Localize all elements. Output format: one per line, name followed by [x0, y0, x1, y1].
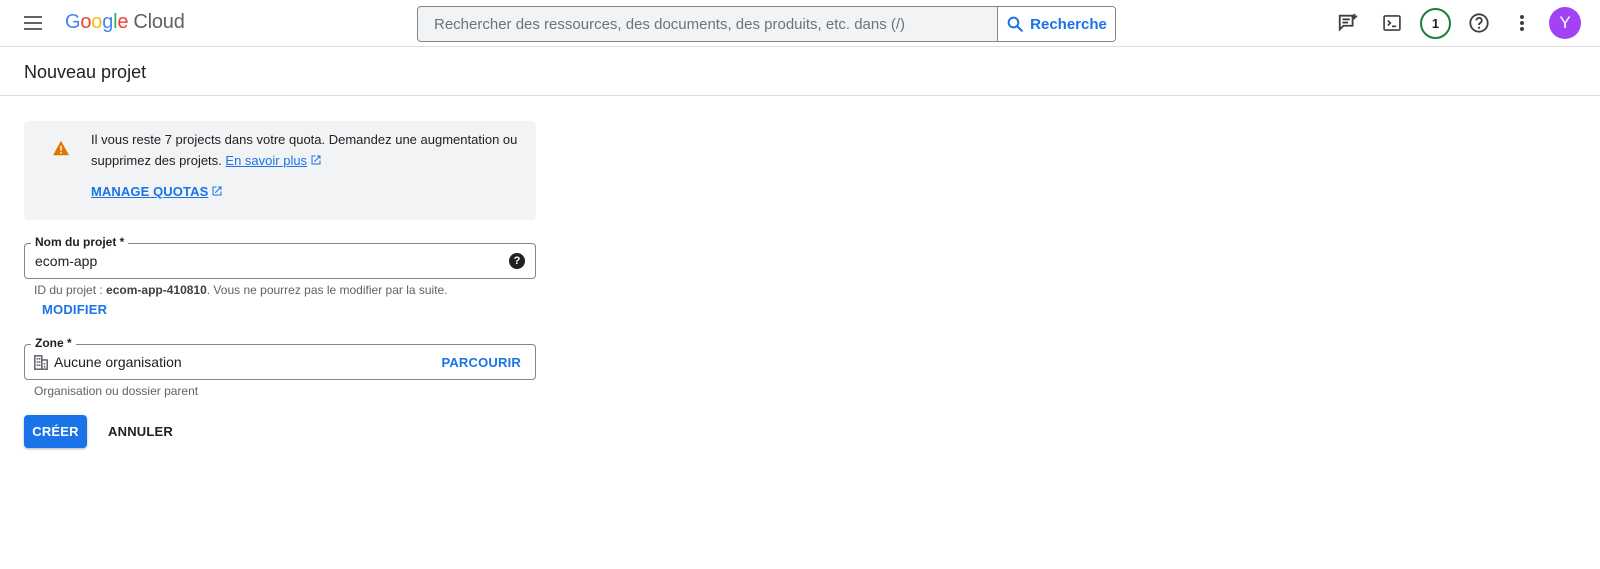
project-name-field[interactable]: Nom du projet * ecom-app ? — [24, 235, 536, 279]
manage-quotas-link[interactable]: MANAGE QUOTAS — [91, 184, 223, 199]
external-link-icon — [311, 155, 321, 164]
search-button[interactable]: Recherche — [997, 7, 1115, 41]
product-name: Cloud — [133, 11, 185, 33]
zone-hint: Organisation ou dossier parent — [34, 384, 199, 398]
zone-value: Aucune organisation — [54, 354, 182, 370]
zone-label: Zone * — [31, 336, 76, 350]
zone-field[interactable]: Zone * Aucune organisation PARCOURIR — [24, 336, 536, 380]
project-id-hint: ID du projet : ecom-app-410810. Vous ne … — [34, 283, 448, 297]
feedback-icon[interactable] — [1336, 11, 1360, 35]
page-header: Nouveau projet — [0, 47, 1600, 96]
create-button[interactable]: CRÉER — [24, 415, 87, 448]
menu-icon[interactable] — [20, 10, 46, 36]
cancel-button[interactable]: ANNULER — [102, 415, 179, 448]
external-link-icon — [212, 186, 222, 196]
organization-icon — [34, 355, 48, 370]
avatar[interactable]: Y — [1549, 7, 1581, 39]
help-circle-icon[interactable] — [1467, 11, 1491, 35]
help-icon[interactable]: ? — [509, 253, 525, 269]
notification-badge[interactable]: 1 — [1420, 8, 1451, 39]
top-app-bar: GoogleCloud Recherche 1 Y — [0, 0, 1600, 47]
search-input[interactable] — [418, 7, 997, 41]
quota-notice: Il vous reste 7 projects dans votre quot… — [24, 121, 536, 220]
browse-button[interactable]: PARCOURIR — [441, 355, 521, 370]
learn-more-link[interactable]: En savoir plus — [225, 153, 307, 168]
google-cloud-logo[interactable]: Google Cloud — [65, 11, 185, 34]
search-icon — [1007, 16, 1023, 32]
page-title: Nouveau projet — [24, 62, 147, 82]
warning-icon — [53, 140, 69, 156]
search-bar: Recherche — [417, 6, 1116, 42]
project-name-label: Nom du projet * — [31, 235, 129, 249]
more-vert-icon[interactable] — [1510, 11, 1534, 35]
quota-notice-text: Il vous reste 7 projects dans votre quot… — [91, 132, 518, 168]
search-button-label: Recherche — [1030, 15, 1107, 33]
project-name-value[interactable]: ecom-app — [35, 253, 97, 269]
terminal-icon[interactable] — [1380, 11, 1404, 35]
project-id-value: ecom-app-410810 — [106, 283, 207, 297]
modify-id-button[interactable]: MODIFIER — [42, 302, 107, 317]
